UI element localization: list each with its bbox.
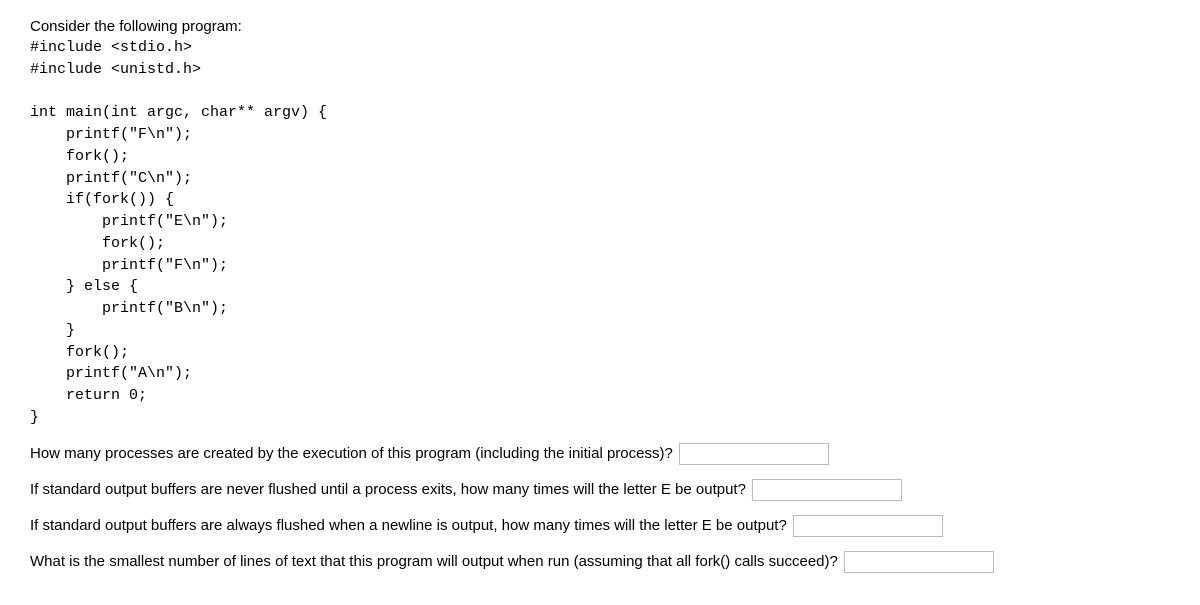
question-3-input[interactable]	[793, 515, 943, 537]
question-row-3: If standard output buffers are always fl…	[30, 515, 1170, 537]
question-row-4: What is the smallest number of lines of …	[30, 551, 1170, 573]
question-4-text: What is the smallest number of lines of …	[30, 553, 838, 570]
intro-text: Consider the following program:	[30, 18, 1170, 35]
code-block: #include <stdio.h> #include <unistd.h> i…	[30, 37, 1170, 429]
question-row-2: If standard output buffers are never flu…	[30, 479, 1170, 501]
question-3-text: If standard output buffers are always fl…	[30, 517, 787, 534]
question-1-text: How many processes are created by the ex…	[30, 445, 673, 462]
question-4-input[interactable]	[844, 551, 994, 573]
question-2-text: If standard output buffers are never flu…	[30, 481, 746, 498]
question-row-1: How many processes are created by the ex…	[30, 443, 1170, 465]
question-2-input[interactable]	[752, 479, 902, 501]
question-1-input[interactable]	[679, 443, 829, 465]
